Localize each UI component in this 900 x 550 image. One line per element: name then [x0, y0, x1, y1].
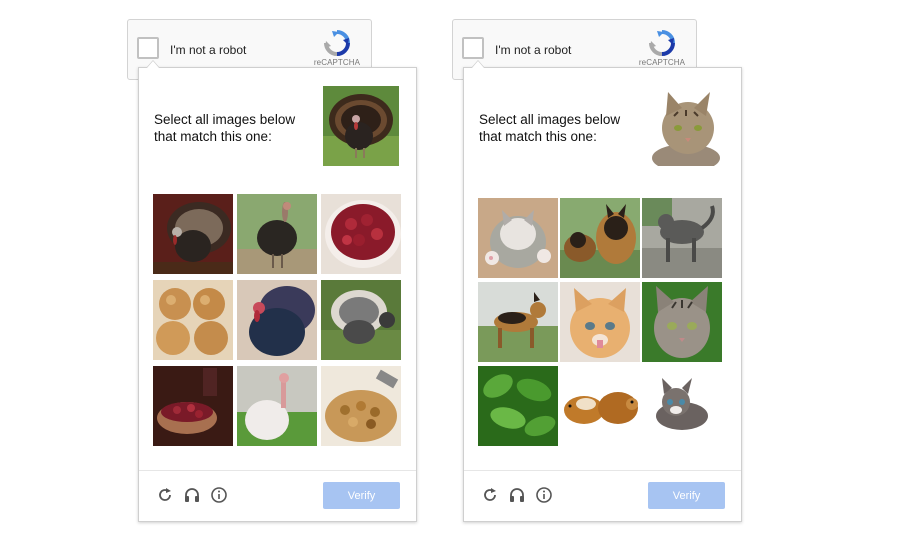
footer-divider	[464, 470, 741, 471]
verify-button[interactable]: Verify	[648, 482, 725, 509]
tile-turkey-dark[interactable]	[237, 194, 317, 274]
not-a-robot-checkbox[interactable]	[137, 37, 159, 59]
recaptcha-icon	[324, 30, 350, 56]
image-tile-grid	[478, 194, 726, 448]
recaptcha-widget-right: I'm not a robot reCAPTCHA Select all ima…	[452, 0, 742, 550]
tile-kitten-on-back[interactable]	[478, 198, 558, 278]
challenge-prompt: Select all images below that match this …	[479, 112, 621, 144]
audio-challenge-icon[interactable]	[508, 486, 526, 504]
tile-orange-kitten[interactable]	[560, 282, 640, 362]
tile-turkey-fanned[interactable]	[153, 194, 233, 274]
not-a-robot-label: I'm not a robot	[170, 43, 247, 57]
tile-bread-rolls[interactable]	[153, 280, 233, 360]
image-challenge-panel: Select all images below that match this …	[138, 60, 417, 522]
tile-turkey-blue[interactable]	[237, 280, 317, 360]
image-tile-grid	[153, 194, 401, 448]
tile-cranberry-dish[interactable]	[153, 366, 233, 446]
tile-german-shepherds[interactable]	[560, 198, 640, 278]
tile-turkey-white[interactable]	[237, 366, 317, 446]
target-image-turkey	[323, 86, 399, 166]
recaptcha-logo: reCAPTCHA	[636, 29, 688, 69]
tile-cranberries[interactable]	[321, 194, 401, 274]
tile-cat-on-rocks[interactable]	[642, 198, 722, 278]
tile-turkey-white-fanned[interactable]	[321, 280, 401, 360]
recaptcha-icon	[649, 30, 675, 56]
tile-german-shepherd-standing[interactable]	[478, 282, 558, 362]
tile-tabby-kitten[interactable]	[642, 282, 722, 362]
image-challenge-panel: Select all images below that match this …	[463, 60, 742, 522]
tile-guinea-pigs[interactable]	[560, 366, 640, 446]
target-image-tabby-cat	[648, 86, 724, 166]
tile-green-leaves[interactable]	[478, 366, 558, 446]
tile-kitten-crouching[interactable]	[642, 366, 722, 446]
footer-divider	[139, 470, 416, 471]
recaptcha-widget-left: I'm not a robot reCAPTCHA Select all ima…	[127, 0, 417, 550]
recaptcha-logo: reCAPTCHA	[311, 29, 363, 69]
info-icon[interactable]	[210, 486, 228, 504]
challenge-pointer	[146, 60, 160, 68]
audio-challenge-icon[interactable]	[183, 486, 201, 504]
challenge-pointer	[471, 60, 485, 68]
reload-icon[interactable]	[156, 486, 174, 504]
info-icon[interactable]	[535, 486, 553, 504]
verify-button[interactable]: Verify	[323, 482, 400, 509]
not-a-robot-label: I'm not a robot	[495, 43, 572, 57]
tile-stuffing[interactable]	[321, 366, 401, 446]
recaptcha-brand-label: reCAPTCHA	[313, 58, 361, 67]
not-a-robot-checkbox[interactable]	[462, 37, 484, 59]
challenge-prompt: Select all images below that match this …	[154, 112, 296, 144]
recaptcha-brand-label: reCAPTCHA	[638, 58, 686, 67]
reload-icon[interactable]	[481, 486, 499, 504]
